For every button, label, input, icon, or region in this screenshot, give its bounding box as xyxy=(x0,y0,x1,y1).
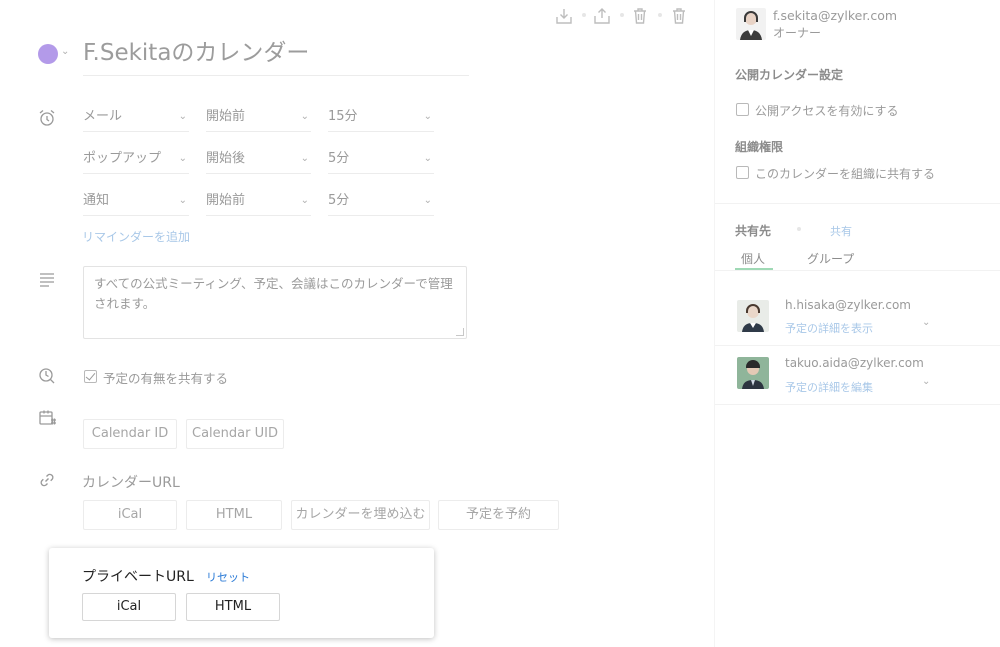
reminder-timing-select[interactable]: 開始前 ⌄ xyxy=(206,102,311,132)
download-icon[interactable] xyxy=(554,6,574,26)
avatar xyxy=(737,300,769,332)
public-access-label: 公開アクセスを有効にする xyxy=(755,104,899,118)
chevron-down-icon: ⌄ xyxy=(300,195,309,206)
chevron-down-icon[interactable]: ⌄ xyxy=(61,46,69,57)
chevron-down-icon[interactable]: ⌄ xyxy=(922,317,930,328)
embed-calendar-button[interactable]: カレンダーを埋め込む xyxy=(291,500,430,530)
share-org-label: このカレンダーを組織に共有する xyxy=(755,167,936,181)
trash-icon[interactable] xyxy=(669,6,689,26)
book-appointment-button[interactable]: 予定を予約 xyxy=(438,500,559,530)
toolbar-separator xyxy=(658,13,662,17)
separator-dot xyxy=(797,227,801,231)
reminder-timing-select[interactable]: 開始後 ⌄ xyxy=(206,144,311,174)
permission-select[interactable]: 予定の詳細を編集 xyxy=(785,379,873,395)
calendar-title[interactable]: F.Sekitaのカレンダー xyxy=(83,38,469,76)
reminder-method-value: 通知 xyxy=(83,193,110,208)
avatar xyxy=(737,357,769,389)
chevron-down-icon: ⌄ xyxy=(423,111,432,122)
public-access-checkbox[interactable] xyxy=(736,103,749,116)
reminder-timing-value: 開始後 xyxy=(206,151,246,166)
right-panel: f.sekita@zylker.com オーナー 公開カレンダー設定 公開アクセ… xyxy=(714,0,1000,647)
chevron-down-icon: ⌄ xyxy=(423,153,432,164)
chevron-down-icon: ⌄ xyxy=(178,111,187,122)
chevron-down-icon: ⌄ xyxy=(178,195,187,206)
owner-role: オーナー xyxy=(773,26,822,40)
resize-handle-icon[interactable] xyxy=(456,328,464,336)
ical-url-button[interactable]: iCal xyxy=(83,500,177,530)
toolbar-separator xyxy=(620,13,624,17)
reminder-offset-select[interactable]: 5分 ⌄ xyxy=(328,186,434,216)
reminder-timing-value: 開始前 xyxy=(206,109,246,124)
description-lines-icon xyxy=(37,270,57,290)
reminder-timing-select[interactable]: 開始前 ⌄ xyxy=(206,186,311,216)
reminder-offset-value: 5分 xyxy=(328,193,350,208)
permission-select[interactable]: 予定の詳細を表示 xyxy=(785,320,873,336)
toolbar-separator xyxy=(582,13,586,17)
reminder-method-select[interactable]: ポップアップ ⌄ xyxy=(83,144,189,174)
chevron-down-icon: ⌄ xyxy=(178,153,187,164)
reminder-timing-value: 開始前 xyxy=(206,193,246,208)
share-availability-checkbox[interactable] xyxy=(84,370,97,383)
alarm-clock-icon xyxy=(37,108,57,128)
availability-search-icon xyxy=(37,366,57,386)
avatar xyxy=(736,8,766,40)
link-icon xyxy=(37,470,57,490)
shared-with-heading: 共有先 xyxy=(735,224,772,238)
reminder-offset-select[interactable]: 15分 ⌄ xyxy=(328,102,434,132)
reminder-method-value: ポップアップ xyxy=(83,151,162,166)
reminder-method-select[interactable]: 通知 ⌄ xyxy=(83,186,189,216)
chevron-down-icon: ⌄ xyxy=(300,111,309,122)
reminder-offset-value: 15分 xyxy=(328,109,358,124)
reminder-offset-select[interactable]: 5分 ⌄ xyxy=(328,144,434,174)
reset-link[interactable]: リセット xyxy=(206,569,250,585)
chevron-down-icon[interactable]: ⌄ xyxy=(922,376,930,387)
divider xyxy=(715,203,1000,204)
shared-user-email: takuo.aida@zylker.com xyxy=(785,356,924,370)
calendar-hash-icon xyxy=(37,408,57,428)
html-url-button[interactable]: HTML xyxy=(186,500,282,530)
calendar-uid-button[interactable]: Calendar UID xyxy=(186,419,284,449)
chevron-down-icon: ⌄ xyxy=(300,153,309,164)
divider xyxy=(715,404,1000,405)
private-html-button[interactable]: HTML xyxy=(186,593,280,621)
org-permissions-heading: 組織権限 xyxy=(735,140,784,154)
reminder-method-select[interactable]: メール ⌄ xyxy=(83,102,189,132)
description-text: すべての公式ミーティング、予定、会議はこのカレンダーで管理されます。 xyxy=(94,276,453,311)
private-url-heading: プライベートURL xyxy=(82,569,194,585)
tab-group[interactable]: グループ xyxy=(807,250,854,267)
private-ical-button[interactable]: iCal xyxy=(82,593,176,621)
share-org-checkbox[interactable] xyxy=(736,166,749,179)
share-availability-label: 予定の有無を共有する xyxy=(103,371,229,386)
trash-outline-icon[interactable] xyxy=(630,6,650,26)
owner-email: f.sekita@zylker.com xyxy=(773,8,898,23)
add-reminder-link[interactable]: リマインダーを追加 xyxy=(82,228,190,245)
reminder-method-value: メール xyxy=(83,109,123,124)
chevron-down-icon: ⌄ xyxy=(423,195,432,206)
description-textarea[interactable]: すべての公式ミーティング、予定、会議はこのカレンダーで管理されます。 xyxy=(83,266,467,339)
calendar-id-button[interactable]: Calendar ID xyxy=(83,419,177,449)
reminder-offset-value: 5分 xyxy=(328,151,350,166)
calendar-color-swatch[interactable] xyxy=(38,44,58,64)
share-link[interactable]: 共有 xyxy=(830,223,852,239)
divider xyxy=(715,270,1000,271)
shared-user-email: h.hisaka@zylker.com xyxy=(785,298,911,312)
divider xyxy=(715,345,1000,346)
tab-individual[interactable]: 個人 xyxy=(741,250,765,267)
calendar-url-heading: カレンダーURL xyxy=(82,475,180,491)
public-settings-heading: 公開カレンダー設定 xyxy=(735,68,844,82)
private-url-popup: プライベートURL リセット iCal HTML xyxy=(49,548,434,638)
share-icon[interactable] xyxy=(592,6,612,26)
